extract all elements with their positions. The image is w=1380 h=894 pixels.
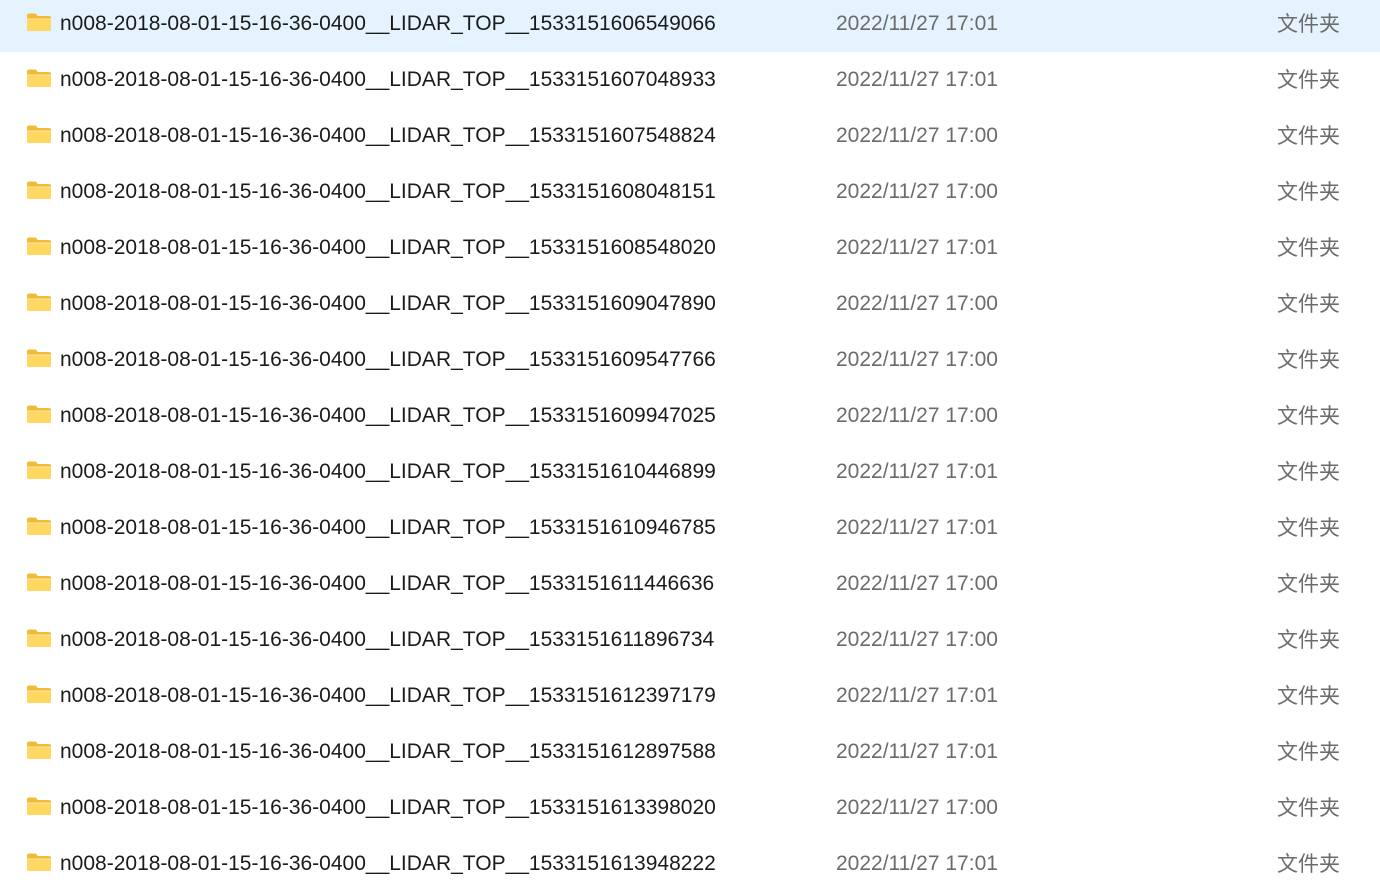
file-row[interactable]: n008-2018-08-01-15-16-36-0400__LIDAR_TOP…: [0, 164, 1380, 220]
date-modified: 2022/11/27 17:00: [836, 404, 998, 427]
date-modified: 2022/11/27 17:00: [836, 796, 998, 819]
file-type: 文件夹: [1277, 68, 1340, 92]
file-type: 文件夹: [1277, 572, 1340, 596]
folder-icon: [26, 740, 52, 760]
file-type: 文件夹: [1277, 404, 1340, 428]
date-modified: 2022/11/27 17:01: [836, 68, 998, 91]
file-row[interactable]: n008-2018-08-01-15-16-36-0400__LIDAR_TOP…: [0, 724, 1380, 780]
folder-icon: [26, 684, 52, 704]
file-row[interactable]: n008-2018-08-01-15-16-36-0400__LIDAR_TOP…: [0, 836, 1380, 892]
date-modified: 2022/11/27 17:00: [836, 572, 998, 595]
folder-icon: [26, 460, 52, 480]
file-row[interactable]: n008-2018-08-01-15-16-36-0400__LIDAR_TOP…: [0, 388, 1380, 444]
file-name[interactable]: n008-2018-08-01-15-16-36-0400__LIDAR_TOP…: [60, 108, 716, 164]
folder-icon: [26, 348, 52, 368]
date-modified: 2022/11/27 17:00: [836, 292, 998, 315]
folder-icon: [26, 124, 52, 144]
folder-icon: [26, 572, 52, 592]
date-modified: 2022/11/27 17:01: [836, 460, 998, 483]
folder-icon: [26, 628, 52, 648]
folder-icon: [26, 516, 52, 536]
file-row[interactable]: n008-2018-08-01-15-16-36-0400__LIDAR_TOP…: [0, 780, 1380, 836]
date-modified: 2022/11/27 17:00: [836, 124, 998, 147]
file-list: n008-2018-08-01-15-16-36-0400__LIDAR_TOP…: [0, 0, 1380, 892]
file-row[interactable]: n008-2018-08-01-15-16-36-0400__LIDAR_TOP…: [0, 0, 1380, 52]
file-type: 文件夹: [1277, 180, 1340, 204]
file-type: 文件夹: [1277, 12, 1340, 36]
file-row[interactable]: n008-2018-08-01-15-16-36-0400__LIDAR_TOP…: [0, 220, 1380, 276]
file-row[interactable]: n008-2018-08-01-15-16-36-0400__LIDAR_TOP…: [0, 612, 1380, 668]
file-type: 文件夹: [1277, 740, 1340, 764]
file-name[interactable]: n008-2018-08-01-15-16-36-0400__LIDAR_TOP…: [60, 612, 714, 668]
date-modified: 2022/11/27 17:01: [836, 684, 998, 707]
date-modified: 2022/11/27 17:00: [836, 180, 998, 203]
folder-icon: [26, 404, 52, 424]
file-name[interactable]: n008-2018-08-01-15-16-36-0400__LIDAR_TOP…: [60, 276, 716, 332]
file-type: 文件夹: [1277, 292, 1340, 316]
folder-icon: [26, 68, 52, 88]
file-name[interactable]: n008-2018-08-01-15-16-36-0400__LIDAR_TOP…: [60, 444, 716, 500]
file-type: 文件夹: [1277, 348, 1340, 372]
file-row[interactable]: n008-2018-08-01-15-16-36-0400__LIDAR_TOP…: [0, 500, 1380, 556]
folder-icon: [26, 12, 52, 32]
date-modified: 2022/11/27 17:01: [836, 236, 998, 259]
date-modified: 2022/11/27 17:01: [836, 852, 998, 875]
file-name[interactable]: n008-2018-08-01-15-16-36-0400__LIDAR_TOP…: [60, 220, 716, 276]
date-modified: 2022/11/27 17:01: [836, 516, 998, 539]
file-name[interactable]: n008-2018-08-01-15-16-36-0400__LIDAR_TOP…: [60, 500, 716, 556]
file-type: 文件夹: [1277, 852, 1340, 876]
file-row[interactable]: n008-2018-08-01-15-16-36-0400__LIDAR_TOP…: [0, 444, 1380, 500]
file-row[interactable]: n008-2018-08-01-15-16-36-0400__LIDAR_TOP…: [0, 332, 1380, 388]
date-modified: 2022/11/27 17:01: [836, 12, 998, 35]
file-name[interactable]: n008-2018-08-01-15-16-36-0400__LIDAR_TOP…: [60, 388, 716, 444]
file-name[interactable]: n008-2018-08-01-15-16-36-0400__LIDAR_TOP…: [60, 164, 716, 220]
folder-icon: [26, 180, 52, 200]
file-type: 文件夹: [1277, 516, 1340, 540]
folder-icon: [26, 292, 52, 312]
file-name[interactable]: n008-2018-08-01-15-16-36-0400__LIDAR_TOP…: [60, 52, 716, 108]
folder-icon: [26, 236, 52, 256]
file-row[interactable]: n008-2018-08-01-15-16-36-0400__LIDAR_TOP…: [0, 668, 1380, 724]
file-name[interactable]: n008-2018-08-01-15-16-36-0400__LIDAR_TOP…: [60, 780, 716, 836]
file-name[interactable]: n008-2018-08-01-15-16-36-0400__LIDAR_TOP…: [60, 0, 716, 52]
file-row[interactable]: n008-2018-08-01-15-16-36-0400__LIDAR_TOP…: [0, 556, 1380, 612]
file-name[interactable]: n008-2018-08-01-15-16-36-0400__LIDAR_TOP…: [60, 836, 716, 892]
file-type: 文件夹: [1277, 124, 1340, 148]
file-type: 文件夹: [1277, 236, 1340, 260]
file-type: 文件夹: [1277, 460, 1340, 484]
folder-icon: [26, 852, 52, 872]
file-name[interactable]: n008-2018-08-01-15-16-36-0400__LIDAR_TOP…: [60, 332, 716, 388]
file-row[interactable]: n008-2018-08-01-15-16-36-0400__LIDAR_TOP…: [0, 52, 1380, 108]
folder-icon: [26, 796, 52, 816]
file-name[interactable]: n008-2018-08-01-15-16-36-0400__LIDAR_TOP…: [60, 668, 716, 724]
date-modified: 2022/11/27 17:00: [836, 628, 998, 651]
date-modified: 2022/11/27 17:00: [836, 348, 998, 371]
file-type: 文件夹: [1277, 628, 1340, 652]
file-name[interactable]: n008-2018-08-01-15-16-36-0400__LIDAR_TOP…: [60, 724, 716, 780]
file-row[interactable]: n008-2018-08-01-15-16-36-0400__LIDAR_TOP…: [0, 108, 1380, 164]
file-type: 文件夹: [1277, 684, 1340, 708]
file-row[interactable]: n008-2018-08-01-15-16-36-0400__LIDAR_TOP…: [0, 276, 1380, 332]
date-modified: 2022/11/27 17:01: [836, 740, 998, 763]
file-name[interactable]: n008-2018-08-01-15-16-36-0400__LIDAR_TOP…: [60, 556, 714, 612]
file-type: 文件夹: [1277, 796, 1340, 820]
